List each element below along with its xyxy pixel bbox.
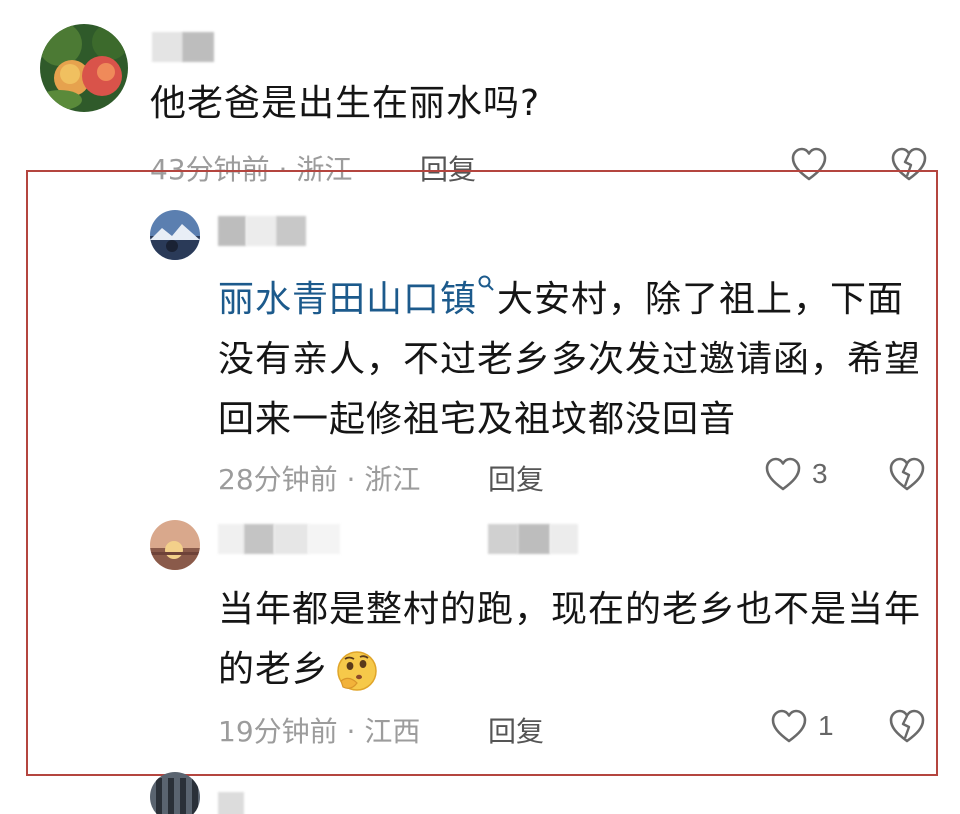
avatar[interactable]: [150, 772, 200, 814]
username-masked[interactable]: [218, 792, 244, 814]
reply-text-line: 丽水青田山口镇 大安村，除了祖上，下面: [218, 268, 904, 332]
reply-text-line: 没有亲人，不过老乡多次发过邀请函，希望: [218, 339, 922, 380]
comment-text: 他老爸是出生在丽水吗?: [150, 83, 541, 124]
avatar[interactable]: [150, 520, 200, 570]
thinking-face-emoji: [337, 651, 377, 691]
heart-outline-icon: [771, 709, 807, 743]
avatar[interactable]: [40, 24, 128, 112]
dislike-button[interactable]: [888, 708, 926, 744]
avatar-sunset-image: [150, 520, 200, 570]
avatar-peach-image: [40, 24, 128, 112]
search-icon: [478, 275, 494, 291]
like-button[interactable]: 1: [770, 708, 834, 744]
reply-button[interactable]: 回复: [488, 458, 544, 498]
avatar-mountain-image: [150, 210, 200, 260]
reply-text-line: 当年都是整村的跑，现在的老乡也不是当年: [218, 589, 922, 630]
reply-to-username-masked[interactable]: [488, 524, 578, 554]
reply-text-line: 的老乡: [218, 638, 379, 702]
reply-text-segment: 的老乡: [218, 649, 330, 690]
broken-heart-icon: [889, 709, 925, 743]
username-masked[interactable]: [218, 524, 340, 554]
like-count: 3: [812, 458, 828, 489]
like-button[interactable]: 3: [764, 456, 828, 492]
keyword-link[interactable]: 丽水青田山口镇: [218, 279, 477, 320]
like-count: 1: [818, 710, 834, 741]
comment-thread: 他老爸是出生在丽水吗? 43分钟前 · 浙江 回复 丽水青田山口镇 大安村，除了祖…: [0, 0, 960, 814]
reply-button[interactable]: 回复: [488, 710, 544, 750]
dislike-button[interactable]: [888, 456, 926, 492]
avatar-building-image: [150, 772, 200, 814]
reply-time-location: 28分钟前 · 浙江: [218, 463, 421, 496]
reply-text-line: 回来一起修祖宅及祖坟都没回音: [218, 399, 737, 440]
username-masked[interactable]: [218, 216, 306, 246]
username-masked[interactable]: [152, 32, 214, 62]
avatar[interactable]: [150, 210, 200, 260]
heart-outline-icon: [765, 457, 801, 491]
reply-text-segment: 大安村，除了祖上，下面: [497, 279, 905, 320]
reply-time-location: 19分钟前 · 江西: [218, 715, 421, 748]
broken-heart-icon: [889, 457, 925, 491]
